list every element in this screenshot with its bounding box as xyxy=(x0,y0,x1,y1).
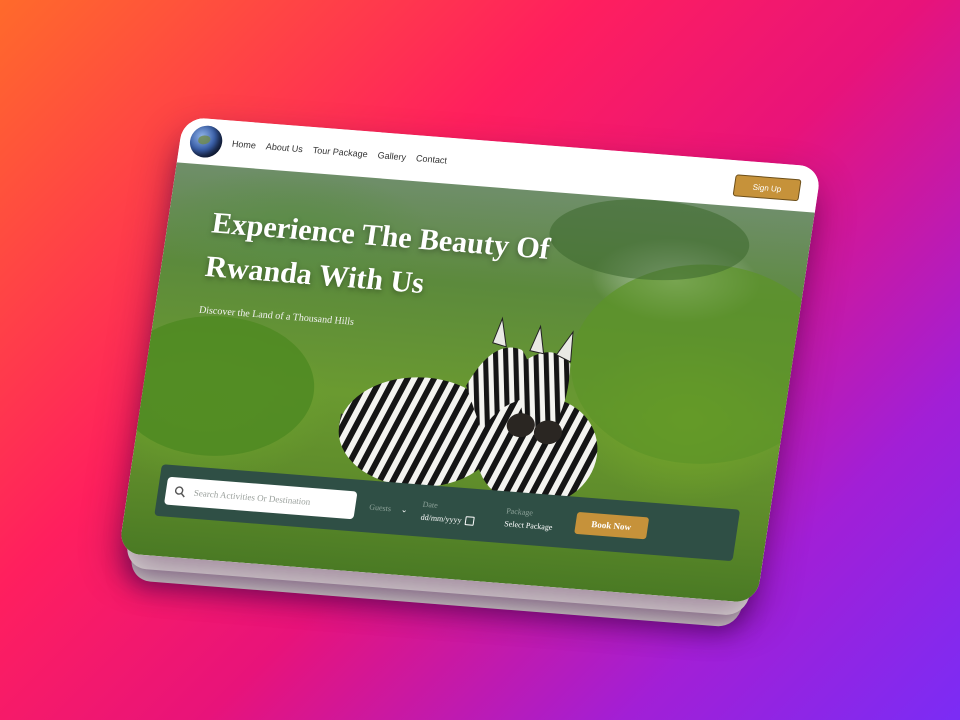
device-mockup: Home About Us Tour Package Gallery Conta… xyxy=(118,116,822,628)
nav-link-about[interactable]: About Us xyxy=(265,141,303,154)
chevron-down-icon[interactable]: ⌄ xyxy=(400,505,408,514)
hero-section: Experience The Beauty Of Rwanda With Us … xyxy=(118,162,815,604)
search-input[interactable] xyxy=(191,486,357,512)
hero-bush xyxy=(118,308,325,464)
calendar-icon[interactable] xyxy=(464,516,476,526)
nav-link-home[interactable]: Home xyxy=(231,139,256,151)
nav-link-contact[interactable]: Contact xyxy=(415,153,447,165)
guests-field[interactable]: Guests ⌄ xyxy=(369,502,409,514)
book-now-button[interactable]: Book Now xyxy=(573,511,649,540)
globe-icon[interactable] xyxy=(187,124,225,159)
package-select[interactable]: Select Package xyxy=(504,519,553,532)
signup-button[interactable]: Sign Up xyxy=(732,174,802,202)
package-field[interactable]: Package Select Package xyxy=(504,506,555,532)
nav-links: Home About Us Tour Package Gallery Conta… xyxy=(231,139,447,166)
guests-label: Guests xyxy=(368,502,392,513)
website-screen: Home About Us Tour Package Gallery Conta… xyxy=(118,116,822,604)
date-label: Date xyxy=(422,499,439,510)
package-label: Package xyxy=(505,506,534,518)
date-input[interactable]: dd/mm/yyyy xyxy=(420,512,476,526)
nav-link-gallery[interactable]: Gallery xyxy=(377,150,407,162)
date-field[interactable]: Date dd/mm/yyyy xyxy=(420,500,477,526)
search-icon xyxy=(174,486,185,498)
nav-link-tour-package[interactable]: Tour Package xyxy=(312,145,368,159)
search-box[interactable] xyxy=(163,476,358,520)
date-value: dd/mm/yyyy xyxy=(420,512,463,525)
